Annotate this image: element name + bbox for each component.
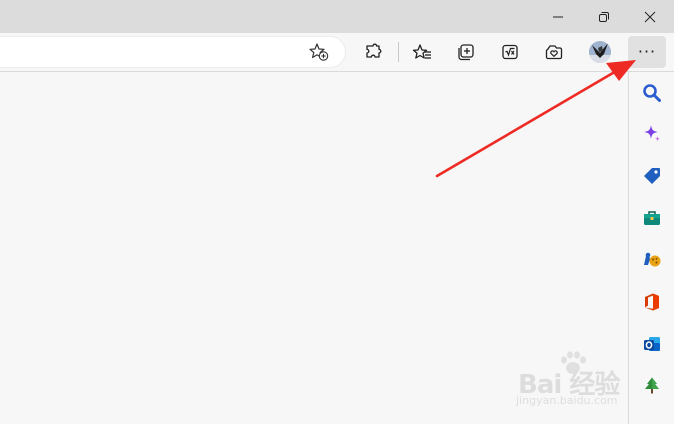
sidebar-item-games[interactable] bbox=[635, 243, 669, 277]
restore-button[interactable] bbox=[581, 0, 627, 33]
heart-shield-icon bbox=[545, 45, 563, 60]
office-icon bbox=[645, 293, 659, 311]
settings-and-more-button[interactable]: ··· bbox=[628, 36, 666, 68]
browser-essentials-button[interactable] bbox=[538, 36, 570, 68]
favorites-button[interactable] bbox=[406, 36, 438, 68]
avatar-icon bbox=[589, 41, 611, 63]
toolbar-separator bbox=[398, 42, 399, 62]
sidebar-item-copilot[interactable] bbox=[635, 117, 669, 151]
collections-button[interactable] bbox=[450, 36, 482, 68]
tag-icon bbox=[644, 168, 660, 184]
extensions-button[interactable] bbox=[357, 36, 389, 68]
title-bar bbox=[0, 0, 674, 33]
close-icon bbox=[644, 11, 656, 22]
star-plus-icon bbox=[309, 43, 329, 61]
math-solver-icon bbox=[502, 44, 518, 60]
watermark: Bai 经验 jingyan.baidu.com bbox=[512, 351, 652, 408]
more-dots-icon: ··· bbox=[637, 42, 657, 61]
games-icon bbox=[644, 252, 661, 267]
minimize-button[interactable] bbox=[535, 0, 581, 33]
search-icon bbox=[643, 84, 661, 102]
outlook-icon bbox=[644, 337, 660, 351]
toolbox-icon bbox=[644, 211, 660, 225]
collections-icon bbox=[458, 44, 474, 61]
profile-button[interactable] bbox=[584, 36, 616, 68]
sparkle-icon bbox=[644, 125, 660, 142]
browser-toolbar: ··· bbox=[0, 33, 674, 72]
sidebar-item-search[interactable] bbox=[635, 76, 669, 110]
watermark-url: jingyan.baidu.com bbox=[516, 394, 618, 407]
minimize-icon bbox=[553, 16, 563, 17]
sidebar-item-shopping[interactable] bbox=[635, 159, 669, 193]
add-favorite-button[interactable] bbox=[308, 42, 330, 62]
close-button[interactable] bbox=[627, 0, 673, 33]
favorites-icon bbox=[412, 44, 431, 59]
sidebar-item-office[interactable] bbox=[635, 285, 669, 319]
sidebar-item-tools[interactable] bbox=[635, 201, 669, 235]
address-bar[interactable] bbox=[0, 37, 345, 67]
puzzle-icon bbox=[366, 43, 382, 58]
restore-icon bbox=[599, 11, 609, 22]
math-solver-button[interactable] bbox=[494, 36, 526, 68]
